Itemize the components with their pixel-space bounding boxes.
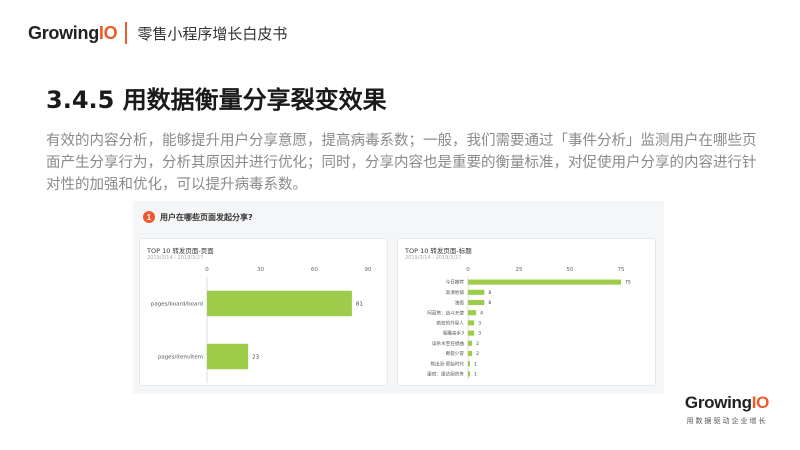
bar <box>468 330 475 336</box>
bar-chart-titles: 0 25 50 75 今日推荐 75 高清地铺 8 油画 8 阿丽塔：战斗天使 4 疯狂的外星人 3 驱魔高… <box>427 267 631 379</box>
header-divider <box>125 22 128 44</box>
value-label: 2 <box>476 351 479 357</box>
category-label: 熊出没·原始时代 <box>430 360 464 367</box>
chart-card-titles: TOP 10 转发页面-标题 2019/3/14 - 2019/3/27 0 25… <box>397 238 656 386</box>
value-label: 23 <box>252 354 259 360</box>
category-label: 疯狂的外星人 <box>436 320 464 327</box>
value-label: 75 <box>625 280 631 286</box>
logo-main: Growing <box>28 22 99 43</box>
bar <box>468 289 485 295</box>
value-label: 2 <box>476 341 479 347</box>
bar-chart-pages: 0 30 60 90 pages/board/board 81 pages/item/ite… <box>151 267 372 383</box>
page-title: 3.4.5 用数据衡量分享裂变效果 <box>46 86 387 114</box>
category-label: pages/item/item <box>158 354 203 360</box>
bar <box>468 310 477 316</box>
header: GrowingIO 零售小程序增长白皮书 <box>28 18 287 48</box>
category-label: 油画 <box>455 299 465 306</box>
value-label: 8 <box>488 290 491 296</box>
value-label: 3 <box>478 331 481 337</box>
bar <box>207 290 352 317</box>
question-text: 用户在哪些页面发起分享? <box>160 212 253 222</box>
category-label: 驱魔高手3 <box>443 330 464 337</box>
x-tick-label: 50 <box>567 267 574 273</box>
bar <box>468 279 621 285</box>
bar <box>468 371 471 377</box>
logo-main: Growing <box>684 393 752 412</box>
bar <box>468 350 473 357</box>
x-tick-label: 0 <box>205 267 209 273</box>
x-tick-label: 90 <box>365 267 372 273</box>
growingio-logo: GrowingIO <box>28 22 118 44</box>
logo-accent: IO <box>98 22 118 43</box>
x-tick-label: 25 <box>516 267 523 273</box>
x-tick-label: 0 <box>466 267 470 273</box>
category-label: 阿丽塔：战斗天使 <box>427 309 464 316</box>
value-label: 4 <box>480 310 483 316</box>
value-label: 1 <box>474 361 477 367</box>
question-row: 1 用户在哪些页面发起分享? <box>143 211 253 223</box>
x-tick-label: 75 <box>618 267 625 273</box>
dashboard-screenshot: 1 用户在哪些页面发起分享? TOP 10 转发页面-页面 2019/3/14 … <box>133 201 664 394</box>
question-number-badge: 1 <box>143 211 155 223</box>
value-label: 81 <box>356 301 363 307</box>
logo-accent: IO <box>751 393 770 412</box>
category-label: 今日推荐 <box>446 279 465 286</box>
category-label: pages/board/board <box>151 301 203 307</box>
value-label: 3 <box>478 321 481 327</box>
category-label: 康宿：逮达厨房舟 <box>427 371 464 378</box>
bar <box>468 299 485 306</box>
x-tick-label: 60 <box>311 267 318 273</box>
value-label: 1 <box>474 372 477 378</box>
bar <box>468 320 475 326</box>
chart-card-pages: TOP 10 转发页面-页面 2019/3/14 - 2019/3/27 0 30… <box>139 238 388 386</box>
category-label: 高清地铺 <box>446 289 465 296</box>
bar <box>207 343 249 370</box>
footer-tagline: 用数据驱动企业增长 <box>686 417 768 425</box>
category-label: 断裂少冒 <box>446 350 465 357</box>
header-title: 零售小程序增长白皮书 <box>137 24 288 43</box>
value-label: 8 <box>488 300 491 306</box>
bar <box>468 340 473 346</box>
category-label: 误杀水至狂想曲 <box>432 340 465 347</box>
bar <box>468 361 471 367</box>
x-tick-label: 30 <box>257 267 264 273</box>
body-paragraph: 有效的内容分析，能够提升用户分享意愿，提高病毒系数；一般，我们需要通过「事件分析… <box>46 133 757 193</box>
footer-logo: GrowingIO 用数据驱动企业增长 <box>682 393 772 426</box>
